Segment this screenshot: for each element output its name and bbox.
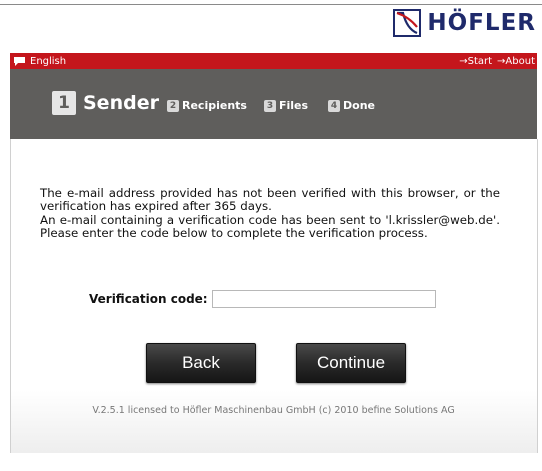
language-selector[interactable]: English [13, 53, 66, 69]
verification-code-input[interactable] [211, 290, 436, 308]
step-number: 2 [167, 99, 179, 112]
about-link[interactable]: →About [497, 56, 535, 67]
step-label: Recipients [182, 99, 247, 112]
top-nav-bar: English →Start →About [10, 53, 537, 69]
verification-code-label: Verification code: [89, 292, 208, 306]
brand-logo: HÖFLER [393, 8, 536, 38]
step-number: 4 [328, 99, 340, 112]
back-button[interactable]: Back [146, 343, 256, 383]
step-done: 4 Done [328, 99, 375, 112]
step-number: 3 [264, 99, 276, 112]
wizard-steps: 1 Sender 2 Recipients 3 Files 4 Done [10, 69, 537, 139]
step-number: 1 [52, 91, 76, 115]
verification-message: The e-mail address provided has not been… [40, 186, 500, 241]
start-link[interactable]: →Start [459, 56, 492, 67]
message-line-1: The e-mail address provided has not been… [40, 186, 500, 214]
step-recipients: 2 Recipients [167, 99, 247, 112]
step-label: Sender [83, 92, 159, 114]
step-files: 3 Files [264, 99, 308, 112]
top-divider [0, 4, 542, 5]
step-label: Files [279, 99, 309, 112]
step-label: Done [343, 99, 375, 112]
hoefler-logo-icon [393, 9, 422, 37]
brand-name: HÖFLER [427, 10, 536, 36]
verification-code-row: Verification code: [89, 290, 436, 308]
continue-button[interactable]: Continue [296, 343, 406, 383]
step-sender: 1 Sender [52, 91, 159, 115]
message-line-2: An e-mail containing a verification code… [40, 212, 500, 241]
license-footer: V.2.5.1 licensed to Höfler Maschinenbau … [92, 405, 455, 416]
speech-bubble-icon [14, 56, 25, 66]
top-nav-links: →Start →About [454, 53, 535, 69]
language-label: English [30, 55, 67, 67]
